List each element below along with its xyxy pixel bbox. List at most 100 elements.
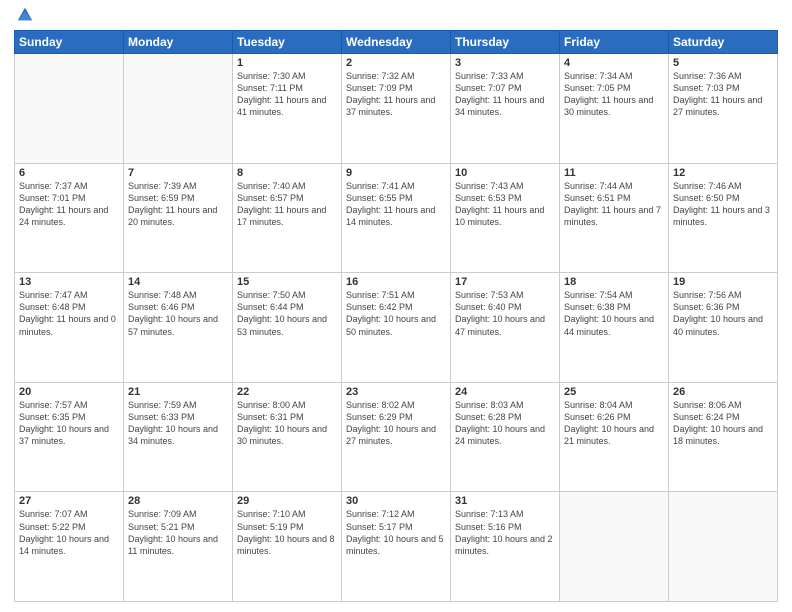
day-info: Sunrise: 7:43 AMSunset: 6:53 PMDaylight:… <box>455 180 555 229</box>
day-number: 26 <box>673 386 773 398</box>
calendar-week-2: 6Sunrise: 7:37 AMSunset: 7:01 PMDaylight… <box>15 163 778 273</box>
calendar-cell <box>669 492 778 602</box>
calendar-cell: 31Sunrise: 7:13 AMSunset: 5:16 PMDayligh… <box>451 492 560 602</box>
day-number: 19 <box>673 276 773 288</box>
day-info: Sunrise: 7:59 AMSunset: 6:33 PMDaylight:… <box>128 399 228 448</box>
weekday-header-row: SundayMondayTuesdayWednesdayThursdayFrid… <box>15 31 778 54</box>
day-info: Sunrise: 7:57 AMSunset: 6:35 PMDaylight:… <box>19 399 119 448</box>
day-info: Sunrise: 7:09 AMSunset: 5:21 PMDaylight:… <box>128 508 228 557</box>
day-number: 16 <box>346 276 446 288</box>
weekday-header-tuesday: Tuesday <box>233 31 342 54</box>
day-number: 3 <box>455 57 555 69</box>
calendar-cell: 12Sunrise: 7:46 AMSunset: 6:50 PMDayligh… <box>669 163 778 273</box>
day-number: 2 <box>346 57 446 69</box>
calendar-cell: 11Sunrise: 7:44 AMSunset: 6:51 PMDayligh… <box>560 163 669 273</box>
day-info: Sunrise: 7:53 AMSunset: 6:40 PMDaylight:… <box>455 289 555 338</box>
day-number: 18 <box>564 276 664 288</box>
day-info: Sunrise: 7:12 AMSunset: 5:17 PMDaylight:… <box>346 508 446 557</box>
day-info: Sunrise: 7:33 AMSunset: 7:07 PMDaylight:… <box>455 70 555 119</box>
day-number: 9 <box>346 167 446 179</box>
calendar-cell: 16Sunrise: 7:51 AMSunset: 6:42 PMDayligh… <box>342 273 451 383</box>
calendar-cell: 23Sunrise: 8:02 AMSunset: 6:29 PMDayligh… <box>342 382 451 492</box>
day-number: 5 <box>673 57 773 69</box>
day-info: Sunrise: 8:02 AMSunset: 6:29 PMDaylight:… <box>346 399 446 448</box>
day-info: Sunrise: 7:56 AMSunset: 6:36 PMDaylight:… <box>673 289 773 338</box>
logo-icon <box>16 6 34 24</box>
day-info: Sunrise: 7:51 AMSunset: 6:42 PMDaylight:… <box>346 289 446 338</box>
calendar-cell: 8Sunrise: 7:40 AMSunset: 6:57 PMDaylight… <box>233 163 342 273</box>
day-info: Sunrise: 7:34 AMSunset: 7:05 PMDaylight:… <box>564 70 664 119</box>
day-number: 22 <box>237 386 337 398</box>
day-number: 28 <box>128 495 228 507</box>
calendar-cell: 10Sunrise: 7:43 AMSunset: 6:53 PMDayligh… <box>451 163 560 273</box>
day-info: Sunrise: 7:37 AMSunset: 7:01 PMDaylight:… <box>19 180 119 229</box>
day-number: 27 <box>19 495 119 507</box>
day-number: 1 <box>237 57 337 69</box>
calendar-cell: 27Sunrise: 7:07 AMSunset: 5:22 PMDayligh… <box>15 492 124 602</box>
calendar-cell: 19Sunrise: 7:56 AMSunset: 6:36 PMDayligh… <box>669 273 778 383</box>
day-number: 11 <box>564 167 664 179</box>
day-info: Sunrise: 7:39 AMSunset: 6:59 PMDaylight:… <box>128 180 228 229</box>
day-info: Sunrise: 7:30 AMSunset: 7:11 PMDaylight:… <box>237 70 337 119</box>
day-number: 25 <box>564 386 664 398</box>
calendar-cell: 29Sunrise: 7:10 AMSunset: 5:19 PMDayligh… <box>233 492 342 602</box>
calendar-cell <box>124 54 233 164</box>
day-info: Sunrise: 7:54 AMSunset: 6:38 PMDaylight:… <box>564 289 664 338</box>
weekday-header-wednesday: Wednesday <box>342 31 451 54</box>
day-number: 20 <box>19 386 119 398</box>
day-info: Sunrise: 7:44 AMSunset: 6:51 PMDaylight:… <box>564 180 664 229</box>
day-number: 12 <box>673 167 773 179</box>
day-number: 15 <box>237 276 337 288</box>
day-number: 4 <box>564 57 664 69</box>
day-number: 23 <box>346 386 446 398</box>
calendar-cell <box>560 492 669 602</box>
calendar-week-5: 27Sunrise: 7:07 AMSunset: 5:22 PMDayligh… <box>15 492 778 602</box>
day-info: Sunrise: 8:06 AMSunset: 6:24 PMDaylight:… <box>673 399 773 448</box>
day-info: Sunrise: 7:48 AMSunset: 6:46 PMDaylight:… <box>128 289 228 338</box>
day-info: Sunrise: 7:46 AMSunset: 6:50 PMDaylight:… <box>673 180 773 229</box>
calendar-cell: 5Sunrise: 7:36 AMSunset: 7:03 PMDaylight… <box>669 54 778 164</box>
day-info: Sunrise: 7:13 AMSunset: 5:16 PMDaylight:… <box>455 508 555 557</box>
calendar-cell: 7Sunrise: 7:39 AMSunset: 6:59 PMDaylight… <box>124 163 233 273</box>
calendar-cell: 18Sunrise: 7:54 AMSunset: 6:38 PMDayligh… <box>560 273 669 383</box>
weekday-header-sunday: Sunday <box>15 31 124 54</box>
day-info: Sunrise: 8:04 AMSunset: 6:26 PMDaylight:… <box>564 399 664 448</box>
calendar-cell: 6Sunrise: 7:37 AMSunset: 7:01 PMDaylight… <box>15 163 124 273</box>
calendar-table: SundayMondayTuesdayWednesdayThursdayFrid… <box>14 30 778 602</box>
calendar-week-1: 1Sunrise: 7:30 AMSunset: 7:11 PMDaylight… <box>15 54 778 164</box>
calendar-cell: 4Sunrise: 7:34 AMSunset: 7:05 PMDaylight… <box>560 54 669 164</box>
weekday-header-thursday: Thursday <box>451 31 560 54</box>
day-number: 7 <box>128 167 228 179</box>
day-info: Sunrise: 7:50 AMSunset: 6:44 PMDaylight:… <box>237 289 337 338</box>
day-info: Sunrise: 7:47 AMSunset: 6:48 PMDaylight:… <box>19 289 119 338</box>
logo <box>14 10 34 24</box>
calendar-cell: 17Sunrise: 7:53 AMSunset: 6:40 PMDayligh… <box>451 273 560 383</box>
calendar-week-3: 13Sunrise: 7:47 AMSunset: 6:48 PMDayligh… <box>15 273 778 383</box>
day-info: Sunrise: 8:03 AMSunset: 6:28 PMDaylight:… <box>455 399 555 448</box>
day-number: 21 <box>128 386 228 398</box>
calendar-cell: 20Sunrise: 7:57 AMSunset: 6:35 PMDayligh… <box>15 382 124 492</box>
calendar-cell: 21Sunrise: 7:59 AMSunset: 6:33 PMDayligh… <box>124 382 233 492</box>
calendar-cell: 24Sunrise: 8:03 AMSunset: 6:28 PMDayligh… <box>451 382 560 492</box>
day-info: Sunrise: 7:10 AMSunset: 5:19 PMDaylight:… <box>237 508 337 557</box>
weekday-header-saturday: Saturday <box>669 31 778 54</box>
weekday-header-monday: Monday <box>124 31 233 54</box>
calendar-cell: 22Sunrise: 8:00 AMSunset: 6:31 PMDayligh… <box>233 382 342 492</box>
day-number: 10 <box>455 167 555 179</box>
calendar-cell: 1Sunrise: 7:30 AMSunset: 7:11 PMDaylight… <box>233 54 342 164</box>
day-info: Sunrise: 7:07 AMSunset: 5:22 PMDaylight:… <box>19 508 119 557</box>
day-info: Sunrise: 7:36 AMSunset: 7:03 PMDaylight:… <box>673 70 773 119</box>
day-number: 6 <box>19 167 119 179</box>
day-number: 14 <box>128 276 228 288</box>
day-number: 8 <box>237 167 337 179</box>
day-number: 30 <box>346 495 446 507</box>
calendar-cell: 30Sunrise: 7:12 AMSunset: 5:17 PMDayligh… <box>342 492 451 602</box>
page: SundayMondayTuesdayWednesdayThursdayFrid… <box>0 0 792 612</box>
calendar-cell: 25Sunrise: 8:04 AMSunset: 6:26 PMDayligh… <box>560 382 669 492</box>
day-number: 17 <box>455 276 555 288</box>
day-number: 31 <box>455 495 555 507</box>
calendar-cell: 15Sunrise: 7:50 AMSunset: 6:44 PMDayligh… <box>233 273 342 383</box>
day-info: Sunrise: 7:32 AMSunset: 7:09 PMDaylight:… <box>346 70 446 119</box>
calendar-cell: 2Sunrise: 7:32 AMSunset: 7:09 PMDaylight… <box>342 54 451 164</box>
calendar-cell: 13Sunrise: 7:47 AMSunset: 6:48 PMDayligh… <box>15 273 124 383</box>
